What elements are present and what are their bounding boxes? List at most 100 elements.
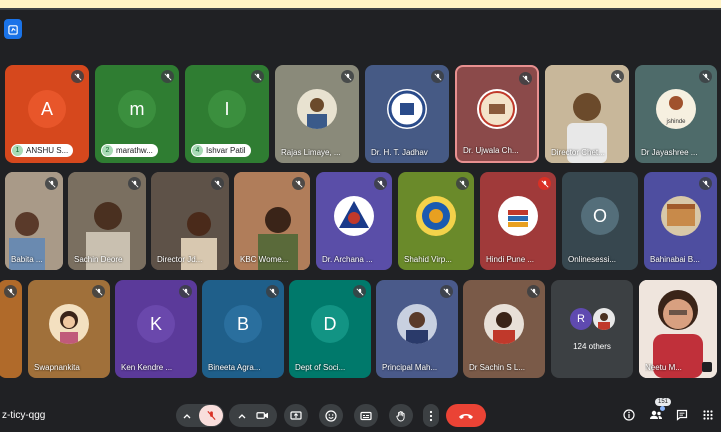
- participant-count-badge: 151: [655, 398, 672, 406]
- top-divider: [0, 8, 721, 10]
- participant-tile[interactable]: Hindi Pune ...: [480, 172, 556, 270]
- meeting-details-button[interactable]: [621, 407, 637, 423]
- profile-photo: [660, 196, 701, 237]
- participant-name: Babita ...: [11, 255, 43, 264]
- leave-call-button[interactable]: [446, 404, 486, 427]
- camera-icon[interactable]: [256, 410, 269, 421]
- participant-tile[interactable]: B Bineeta Agra...: [202, 280, 284, 378]
- participant-name: marathw...: [116, 146, 153, 155]
- avatar: m: [118, 90, 156, 129]
- profile-photo: [297, 89, 337, 130]
- participant-name: Dr Sachin S L...: [469, 363, 526, 372]
- more-options-button[interactable]: [423, 404, 439, 427]
- participant-tile[interactable]: Director Chet...: [545, 65, 629, 163]
- avatar-initial: A: [40, 98, 53, 119]
- photo-caption: jshinde: [665, 119, 686, 125]
- participant-tile[interactable]: KBC Wome...: [234, 172, 310, 270]
- participant-name: KBC Wome...: [240, 255, 289, 264]
- participant-tile-partial[interactable]: [0, 280, 22, 378]
- participant-tile[interactable]: K Ken Kendre ...: [115, 280, 197, 378]
- participant-tile[interactable]: Rajas Limaye, ...: [275, 65, 359, 163]
- mic-muted-icon: [699, 70, 712, 83]
- participant-tile[interactable]: Bahinabai B...: [644, 172, 717, 270]
- notification-dot: [660, 406, 665, 411]
- avatar: D: [311, 305, 349, 344]
- video-options-button[interactable]: [229, 404, 277, 427]
- info-icon: [623, 409, 635, 421]
- profile-photo: [334, 196, 374, 237]
- participant-tile[interactable]: Dr. Archana ...: [316, 172, 392, 270]
- apps-grid-icon: [703, 410, 713, 420]
- participant-name: Shahid Virp...: [404, 255, 452, 264]
- participant-tile[interactable]: O Onlinesessi...: [562, 172, 638, 270]
- participant-name: Onlinesessi...: [568, 255, 617, 264]
- meeting-code: z-ticy-qgg: [2, 410, 46, 421]
- participant-tile[interactable]: Sachin Deore: [68, 172, 146, 270]
- pin-icon[interactable]: [702, 362, 712, 372]
- captions-button[interactable]: [354, 404, 378, 427]
- participant-tile[interactable]: Dr Sachin S L...: [463, 280, 545, 378]
- activities-button[interactable]: [700, 407, 716, 423]
- avatar-initial: O: [592, 205, 607, 226]
- participant-tile[interactable]: Babita ...: [5, 172, 63, 270]
- mic-off-button[interactable]: [199, 405, 223, 426]
- chevron-up-icon: [183, 413, 191, 418]
- others-avatar-r: R: [570, 308, 592, 330]
- participant-name: Rajas Limaye, ...: [281, 148, 341, 157]
- mic-muted-icon: [128, 177, 141, 190]
- participant-tile[interactable]: Director Jd...: [151, 172, 229, 270]
- participant-tile[interactable]: m 2 marathw...: [95, 65, 179, 163]
- avatar-initial: R: [577, 313, 585, 325]
- participant-name: Director Jd...: [157, 255, 203, 264]
- participant-name: Dr. H. T. Jadhav: [371, 148, 428, 157]
- mic-muted-icon: [92, 285, 105, 298]
- avatar-initial: D: [323, 313, 337, 334]
- mic-muted-icon: [374, 177, 387, 190]
- mic-muted-icon: [519, 72, 532, 85]
- audio-options-button[interactable]: [176, 404, 224, 427]
- emoji-icon: [325, 409, 337, 422]
- chat-button[interactable]: [674, 407, 690, 423]
- profile-photo: [498, 196, 538, 237]
- avatar-initial: B: [236, 313, 249, 334]
- reactions-button[interactable]: [319, 404, 343, 427]
- avatar-initial: K: [149, 313, 162, 334]
- mic-muted-icon: [71, 70, 84, 83]
- participant-tile[interactable]: Shahid Virp...: [398, 172, 474, 270]
- captions-icon: [360, 411, 372, 420]
- others-count-label: 124 others: [573, 342, 611, 351]
- profile-photo: jshinde: [656, 89, 696, 130]
- participant-tile[interactable]: A 1 ANSHU S...: [5, 65, 89, 163]
- profile-photo: [484, 304, 524, 345]
- raise-hand-button[interactable]: [389, 404, 413, 427]
- avatar: I: [208, 90, 246, 129]
- participant-tile[interactable]: Dr. Ujwala Ch...: [455, 65, 539, 163]
- participant-tile[interactable]: Neetu M...: [639, 280, 717, 378]
- participant-name: Hindi Pune ...: [486, 255, 535, 264]
- more-vert-icon: [429, 410, 433, 421]
- mic-muted-icon: [431, 70, 444, 83]
- participant-tile[interactable]: jshinde Dr Jayashree ...: [635, 65, 717, 163]
- participant-tile[interactable]: Principal Mah...: [376, 280, 458, 378]
- participant-name: Bineeta Agra...: [208, 363, 261, 372]
- activity-icon[interactable]: [4, 19, 22, 39]
- mic-muted-icon: [292, 177, 305, 190]
- avatar: B: [224, 305, 262, 344]
- mic-muted-icon: [538, 177, 551, 190]
- participant-name: Dr. Ujwala Ch...: [463, 146, 519, 155]
- participant-tile[interactable]: Dr. H. T. Jadhav: [365, 65, 449, 163]
- present-button[interactable]: [284, 404, 308, 427]
- hand-order: 4: [192, 145, 203, 156]
- participant-name: Principal Mah...: [382, 363, 438, 372]
- avatar-initial: I: [224, 98, 230, 119]
- participant-tile[interactable]: Swapnankita: [28, 280, 110, 378]
- participant-tile[interactable]: D Dept of Soci...: [289, 280, 371, 378]
- others-tile[interactable]: R 124 others: [551, 280, 633, 378]
- participant-tile[interactable]: I 4 Ishvar Patil: [185, 65, 269, 163]
- mic-muted-icon: [211, 177, 224, 190]
- name-pill: 4 Ishvar Patil: [191, 144, 251, 157]
- profile-photo: [49, 304, 89, 345]
- people-button[interactable]: [648, 406, 665, 423]
- name-pill: 2 marathw...: [101, 144, 158, 157]
- participant-name: Ken Kendre ...: [121, 363, 173, 372]
